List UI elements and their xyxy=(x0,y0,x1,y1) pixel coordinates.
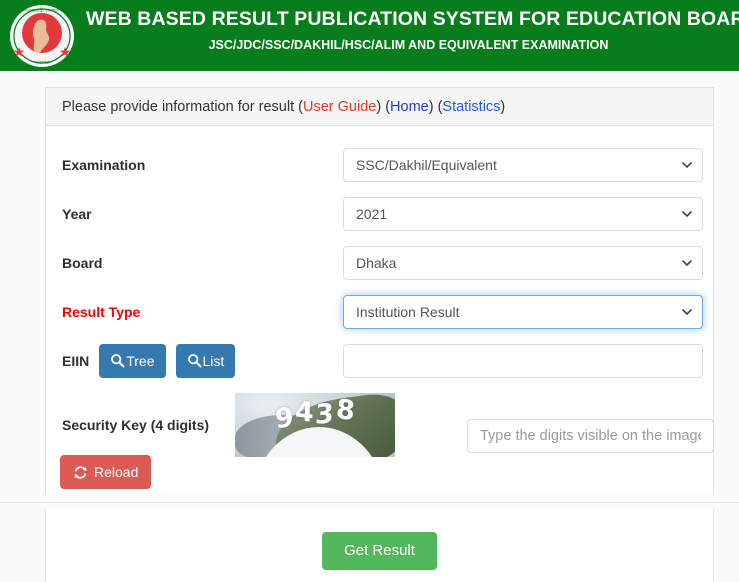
form-row-board: Board Dhaka xyxy=(62,238,703,287)
form-row-eiin: EIIN Tree List xyxy=(62,336,703,385)
svg-text:সরকার: সরকার xyxy=(34,60,49,66)
board-label: Board xyxy=(62,255,343,271)
get-result-button-label: Get Result xyxy=(344,542,415,559)
security-key-label: Security Key (4 digits) xyxy=(62,417,210,433)
year-label: Year xyxy=(62,206,343,222)
svg-text:গণপ্রজাতন্ত্রী বাংলাদেশ: গণপ্রজাতন্ত্রী বাংলাদেশ xyxy=(22,8,62,14)
board-label-text: Board xyxy=(62,254,103,271)
examination-label: Examination xyxy=(62,157,343,173)
panel-body: Examination SSC/Dakhil/Equivalent Year 2… xyxy=(46,126,714,495)
result-type-control: Institution Result xyxy=(343,294,703,329)
eiin-tree-button-label: Tree xyxy=(126,352,155,369)
statistics-link[interactable]: Statistics xyxy=(442,99,500,115)
examination-select[interactable]: SSC/Dakhil/Equivalent xyxy=(343,147,703,182)
panel-heading-intro: Please provide information for result xyxy=(62,98,299,115)
examination-control: SSC/Dakhil/Equivalent xyxy=(343,147,703,182)
captcha-digit: 8 xyxy=(334,393,357,428)
eiin-list-button-label: List xyxy=(202,352,225,369)
search-icon xyxy=(187,353,202,368)
security-key-input-holder xyxy=(467,419,714,453)
form-row-result-type: Result Type Institution Result xyxy=(62,287,703,336)
year-label-text: Year xyxy=(62,205,92,222)
result-type-label: Result Type xyxy=(62,304,343,320)
panel-heading-text: Please provide information for result (U… xyxy=(62,99,505,115)
security-key-input[interactable] xyxy=(467,419,714,453)
result-type-select-shell: Institution Result xyxy=(343,294,703,329)
captcha-image: 9 4 3 8 xyxy=(235,393,395,457)
user-guide-link[interactable]: User Guide xyxy=(303,99,376,115)
form-row-security-key: Security Key (4 digits) Reload 9 4 3 8 T… xyxy=(60,385,714,489)
captcha-digit: 3 xyxy=(314,398,335,431)
captcha-digit: 4 xyxy=(294,395,315,430)
reload-captcha-button[interactable]: Reload xyxy=(60,455,152,489)
eiin-input[interactable] xyxy=(343,343,703,378)
captcha-digits: 9 4 3 8 xyxy=(235,393,395,457)
paren-close-3: ) xyxy=(500,98,506,115)
page-subtitle: JSC/JDC/SSC/DAKHIL/HSC/ALIM AND EQUIVALE… xyxy=(208,38,609,52)
eiin-list-button[interactable]: List xyxy=(175,343,236,378)
panel-heading: Please provide information for result (U… xyxy=(46,88,713,126)
form-row-examination: Examination SSC/Dakhil/Equivalent xyxy=(62,140,703,189)
search-icon xyxy=(110,353,125,368)
eiin-control xyxy=(343,343,703,378)
result-type-select[interactable]: Institution Result xyxy=(343,294,703,329)
year-select[interactable]: 2021 xyxy=(343,196,703,231)
banner-text-block: WEB BASED RESULT PUBLICATION SYSTEM FOR … xyxy=(86,0,739,71)
form-row-year: Year 2021 xyxy=(62,189,703,238)
board-select[interactable]: Dhaka xyxy=(343,245,703,280)
examination-label-text: Examination xyxy=(62,156,146,173)
form-footer: Get Result xyxy=(45,509,714,582)
bangladesh-government-emblem-icon: গণপ্রজাতন্ত্রী বাংলাদেশ সরকার xyxy=(8,3,76,69)
submit-button-holder: Get Result xyxy=(322,531,437,570)
reload-button-label: Reload xyxy=(94,464,139,480)
paren-close-1: ) ( xyxy=(376,98,391,115)
year-control: 2021 xyxy=(343,196,703,231)
reload-button-holder: Reload xyxy=(60,455,152,489)
board-select-shell: Dhaka xyxy=(343,245,703,280)
captcha-digit: 9 xyxy=(273,401,296,436)
section-divider xyxy=(0,502,739,503)
home-link[interactable]: Home xyxy=(390,99,429,115)
eiin-tree-button[interactable]: Tree xyxy=(99,343,166,378)
get-result-button[interactable]: Get Result xyxy=(322,531,437,570)
examination-select-shell: SSC/Dakhil/Equivalent xyxy=(343,147,703,182)
paren-close-2: ) ( xyxy=(428,98,443,115)
result-form-panel: Please provide information for result (U… xyxy=(45,87,714,495)
eiin-label-text: EIIN xyxy=(62,352,90,369)
refresh-icon xyxy=(73,465,88,480)
board-control: Dhaka xyxy=(343,245,703,280)
year-select-shell: 2021 xyxy=(343,196,703,231)
page-title: WEB BASED RESULT PUBLICATION SYSTEM FOR … xyxy=(86,8,739,30)
result-type-label-text: Result Type xyxy=(62,303,141,320)
site-banner: গণপ্রজাতন্ত্রী বাংলাদেশ সরকার WEB BASED … xyxy=(0,0,739,71)
eiin-label: EIIN Tree List xyxy=(62,343,343,378)
